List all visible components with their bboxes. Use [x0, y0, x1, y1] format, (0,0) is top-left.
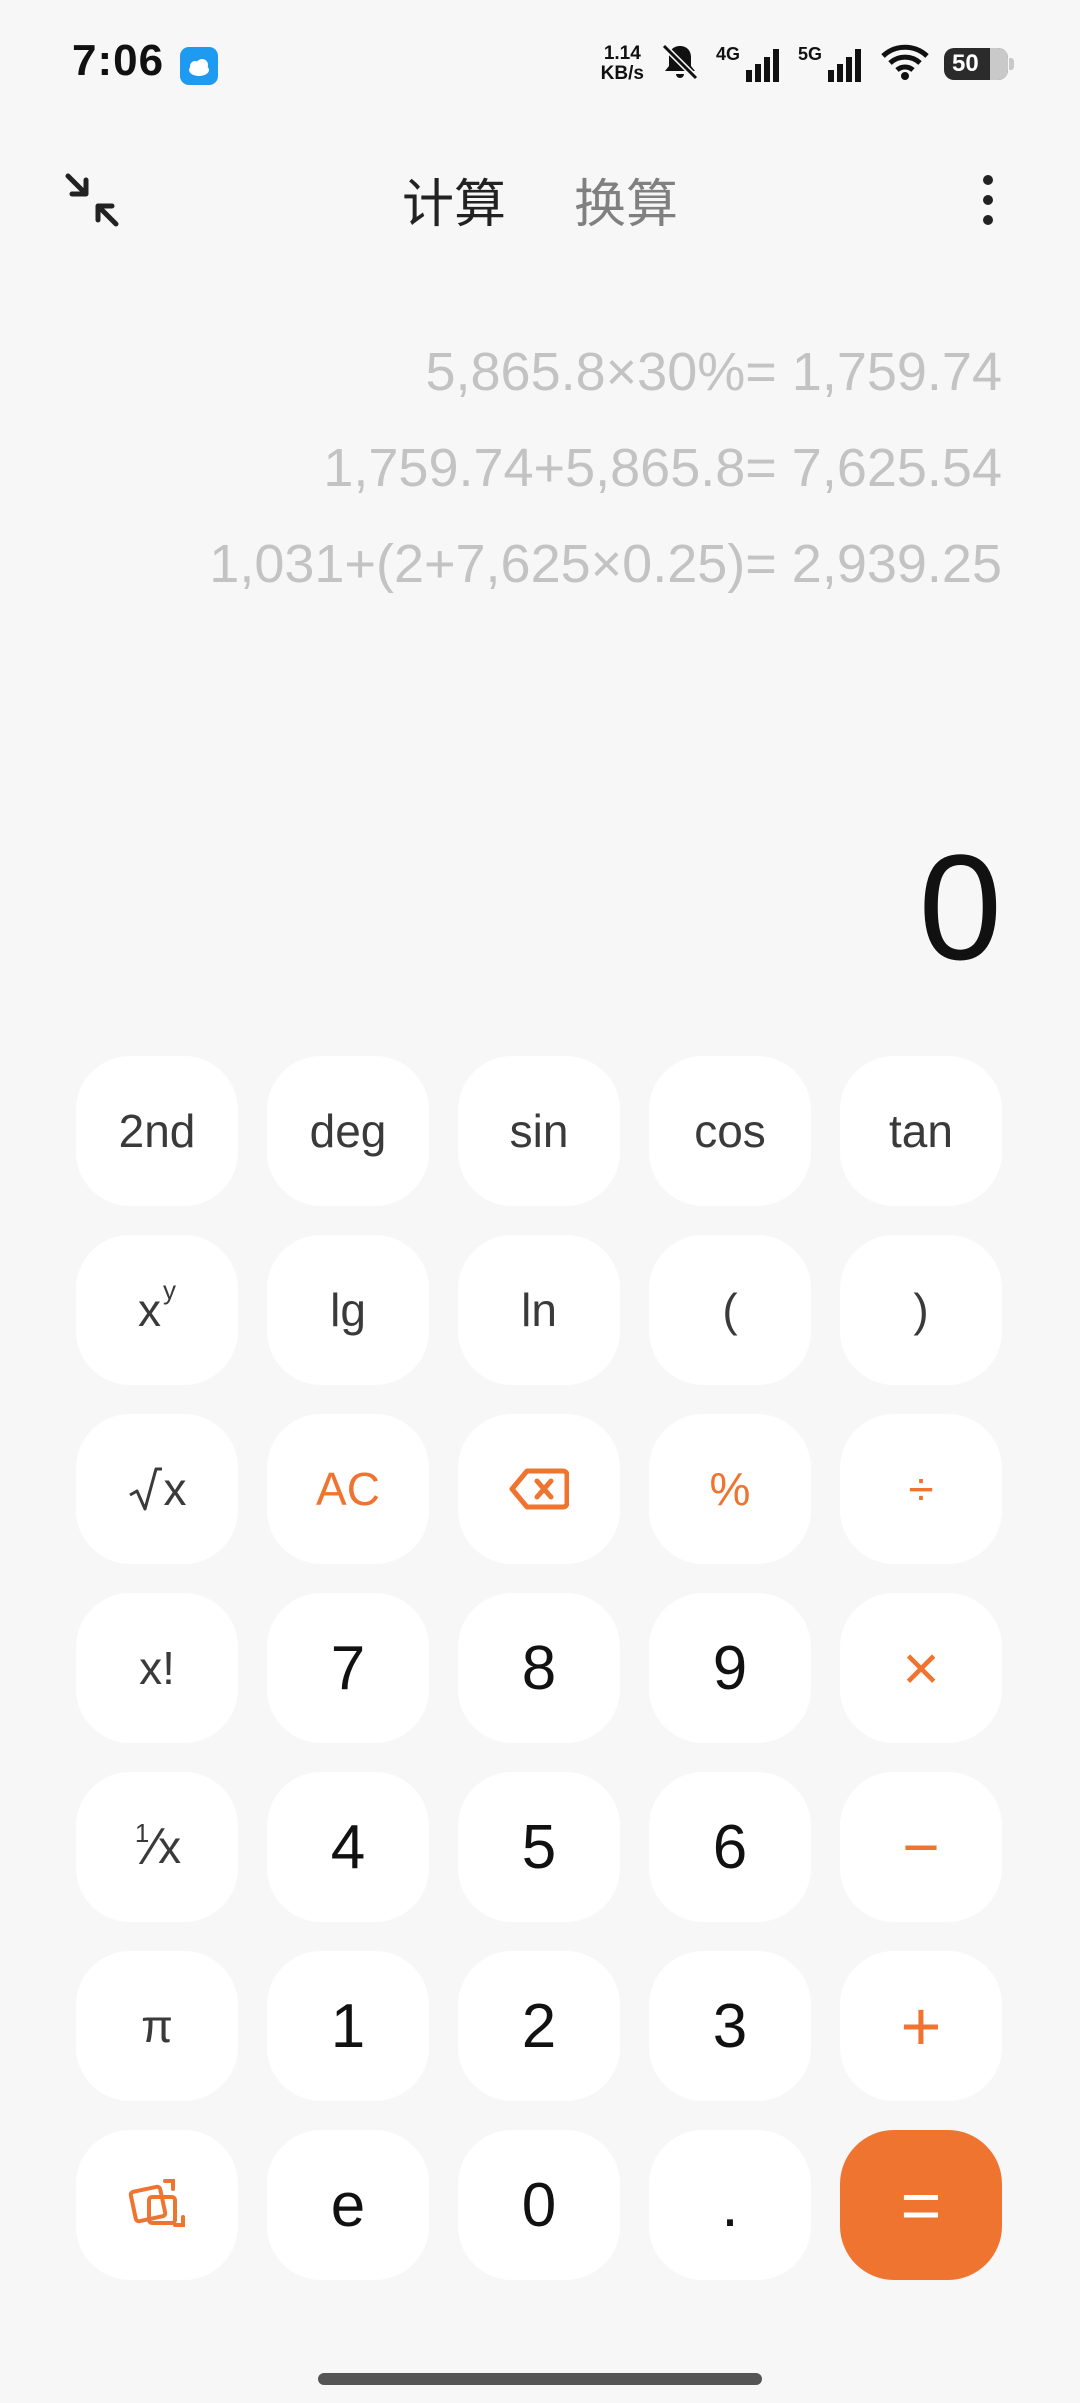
key-multiply[interactable]: × [840, 1593, 1002, 1743]
signal-5g: 5G [798, 44, 866, 84]
backspace-icon [509, 1468, 569, 1510]
key-factorial[interactable]: x! [76, 1593, 238, 1743]
status-time: 7:06 [72, 36, 165, 85]
key-ac[interactable]: AC [267, 1414, 429, 1564]
key-reciprocal-num: 1 [134, 1817, 150, 1848]
key-0[interactable]: 0 [458, 2130, 620, 2280]
keypad: 2nd deg sin cos tan xy lg ln ( ) x AC % … [76, 1056, 1004, 2280]
history-item[interactable]: 1,759.74+5,865.8= 7,625.54 [209, 432, 1002, 528]
mode-tabs: 计算 换算 [0, 162, 1080, 237]
wifi-icon [880, 42, 930, 87]
key-sin[interactable]: sin [458, 1056, 620, 1206]
more-menu-button[interactable] [956, 168, 1020, 232]
key-2[interactable]: 2 [458, 1951, 620, 2101]
status-icons: 1.14 KB/s 4G 5G 50 [601, 36, 1014, 92]
signal-4g-label: 4G [715, 44, 740, 64]
key-ln[interactable]: ln [458, 1235, 620, 1385]
result-display: 0 [918, 823, 1002, 991]
key-deg[interactable]: deg [267, 1056, 429, 1206]
key-8[interactable]: 8 [458, 1593, 620, 1743]
key-percent[interactable]: % [649, 1414, 811, 1564]
battery-level: 50 [952, 50, 979, 77]
switch-layout-icon [128, 2179, 185, 2227]
key-power-base: x [138, 1284, 161, 1336]
history-item[interactable]: 1,031+(2+7,625×0.25)= 2,939.25 [209, 528, 1002, 624]
signal-4g: 4G [716, 44, 784, 84]
key-lg[interactable]: lg [267, 1235, 429, 1385]
history-item[interactable]: 5,865.8×30%= 1,759.74 [209, 336, 1002, 432]
tab-calculate[interactable]: 计算 [402, 162, 506, 237]
battery-icon: 50 [944, 48, 1014, 80]
key-5[interactable]: 5 [458, 1772, 620, 1922]
key-equals[interactable]: = [840, 2130, 1002, 2280]
history-list: 5,865.8×30%= 1,759.74 1,759.74+5,865.8= … [209, 336, 1002, 624]
key-minus[interactable]: − [840, 1772, 1002, 1922]
key-divide[interactable]: ÷ [840, 1414, 1002, 1564]
key-1[interactable]: 1 [267, 1951, 429, 2101]
signal-icon [828, 49, 861, 82]
key-2nd[interactable]: 2nd [76, 1056, 238, 1206]
key-decimal[interactable]: . [649, 2130, 811, 2280]
key-backspace[interactable] [458, 1414, 620, 1564]
net-speed-value: 1.14 [603, 43, 641, 64]
key-switch-mode[interactable] [76, 2130, 238, 2280]
key-power[interactable]: xy [76, 1235, 238, 1385]
key-7[interactable]: 7 [267, 1593, 429, 1743]
key-reciprocal[interactable]: 1 ⁄ x [76, 1772, 238, 1922]
key-3[interactable]: 3 [649, 1951, 811, 2101]
key-left-paren[interactable]: ( [649, 1235, 811, 1385]
sqrt-icon [128, 1467, 162, 1511]
key-plus[interactable]: + [840, 1951, 1002, 2101]
more-vertical-icon [983, 175, 993, 225]
signal-icon [745, 49, 779, 82]
key-right-paren[interactable]: ) [840, 1235, 1002, 1385]
net-speed: 1.14 KB/s [601, 44, 644, 84]
status-bar: 7:06 1.14 KB/s 4G 5G 50 [0, 0, 1080, 130]
key-9[interactable]: 9 [649, 1593, 811, 1743]
key-4[interactable]: 4 [267, 1772, 429, 1922]
key-e[interactable]: e [267, 2130, 429, 2280]
weather-icon [180, 47, 218, 85]
net-speed-unit: KB/s [600, 63, 644, 84]
key-tan[interactable]: tan [840, 1056, 1002, 1206]
key-reciprocal-den: x [158, 1821, 182, 1873]
key-6[interactable]: 6 [649, 1772, 811, 1922]
tab-convert[interactable]: 换算 [574, 162, 678, 237]
mute-icon [658, 40, 702, 89]
home-indicator[interactable] [318, 2373, 762, 2385]
key-pi[interactable]: π [76, 1951, 238, 2101]
key-sqrt-label: x [163, 1463, 187, 1515]
calculator-app: 7:06 1.14 KB/s 4G 5G 50 计算 换算 5,865.8×30… [0, 0, 1080, 2403]
key-sqrt[interactable]: x [76, 1414, 238, 1564]
signal-5g-label: 5G [797, 44, 822, 64]
key-power-exp: y [163, 1274, 176, 1305]
key-cos[interactable]: cos [649, 1056, 811, 1206]
